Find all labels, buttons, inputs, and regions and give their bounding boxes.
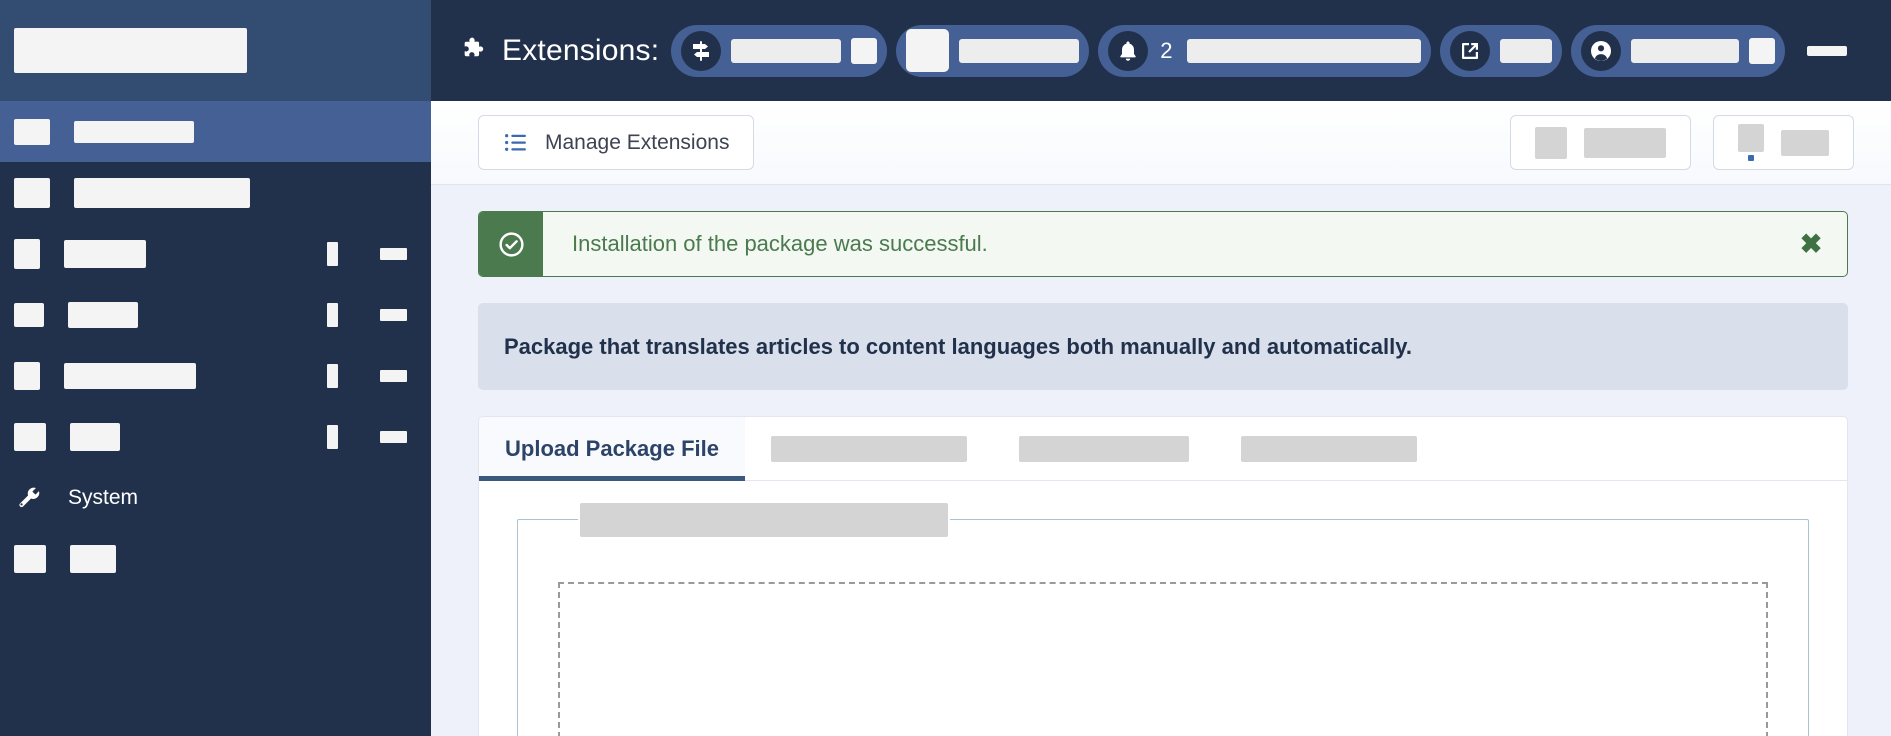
- tab-4[interactable]: [1215, 417, 1443, 480]
- topbar-pill-preview[interactable]: [1439, 24, 1562, 77]
- sidebar-item-label: [70, 544, 116, 573]
- panel-body: [479, 481, 1847, 736]
- user-circle-icon: [1580, 30, 1621, 71]
- sidebar-item-label: [68, 301, 138, 328]
- sidebar-item-label: [70, 422, 120, 451]
- app-root: System Extensions: 2 Manage Extensions I…: [0, 0, 1891, 736]
- pill-label-placeholder: [1186, 38, 1421, 63]
- manage-extensions-button[interactable]: Manage Extensions: [478, 115, 755, 170]
- pill-label-placeholder: [1630, 38, 1739, 63]
- sidebar-item-2[interactable]: [0, 162, 431, 223]
- signpost-icon: [681, 30, 722, 71]
- sidebar-item-3[interactable]: [0, 223, 431, 284]
- package-description: Package that translates articles to cont…: [478, 303, 1848, 390]
- topbar-pill-account[interactable]: [1570, 24, 1785, 77]
- placeholder-icon: [1535, 126, 1567, 159]
- toolbar-button-1[interactable]: [1510, 115, 1691, 170]
- panel-tabs: Upload Package File: [479, 417, 1847, 481]
- sidebar-menu: System: [0, 101, 431, 736]
- sidebar-item-badges: [327, 363, 407, 388]
- sidebar-brand[interactable]: [0, 0, 431, 101]
- bell-icon: [1108, 30, 1149, 71]
- sidebar-item-icon: [14, 544, 46, 573]
- file-dropzone[interactable]: [558, 582, 1768, 736]
- success-alert: Installation of the package was successf…: [478, 211, 1848, 277]
- alert-close-button[interactable]: ✖: [1775, 212, 1847, 276]
- sidebar-item-label: [74, 120, 194, 143]
- wrench-icon: [14, 485, 44, 511]
- tab-label-placeholder: [1018, 435, 1189, 462]
- topbar-pill-search[interactable]: [896, 24, 1090, 77]
- toolbar-button-2[interactable]: [1713, 115, 1854, 170]
- sidebar-item-label: [64, 239, 146, 268]
- upload-panel: Upload Package File: [478, 416, 1848, 736]
- toolbar-right-group: [1510, 115, 1854, 170]
- fieldset-legend: [578, 503, 950, 537]
- content-area: Installation of the package was successf…: [431, 185, 1891, 736]
- external-link-icon: [1449, 30, 1490, 71]
- sidebar-item-system-label: System: [68, 485, 139, 509]
- manage-extensions-label: Manage Extensions: [545, 130, 730, 154]
- placeholder-icon-dot: [1738, 124, 1764, 161]
- sidebar-item-label: [64, 362, 196, 389]
- topbar-pill-site[interactable]: [671, 24, 888, 77]
- sidebar-item-badges: [327, 302, 407, 327]
- pill-label-placeholder: [1499, 38, 1552, 63]
- sidebar-item-1[interactable]: [0, 101, 431, 162]
- sidebar-item-icon: [14, 361, 40, 390]
- toolbar: Manage Extensions: [431, 101, 1891, 185]
- pill-label-placeholder: [959, 38, 1080, 63]
- alert-message: Installation of the package was successf…: [572, 231, 988, 256]
- pill-trailing-placeholder: [851, 37, 878, 64]
- sidebar-item-5[interactable]: [0, 345, 431, 406]
- tab-3[interactable]: [993, 417, 1215, 480]
- fieldset-legend-placeholder: [580, 503, 948, 537]
- pill-trailing-placeholder: [1748, 37, 1775, 64]
- sidebar-item-system[interactable]: System: [0, 467, 431, 528]
- topbar-pill-notifications[interactable]: 2: [1098, 24, 1431, 77]
- main-region: Extensions: 2 Manage Extensions Installa…: [431, 0, 1891, 736]
- topbar: Extensions: 2: [431, 0, 1891, 101]
- topbar-trailing-placeholder: [1806, 45, 1847, 56]
- list-icon: [503, 130, 528, 155]
- pill-label-placeholder: [731, 38, 842, 63]
- sidebar-item-badges: [327, 424, 407, 449]
- tab-upload-package-file[interactable]: Upload Package File: [479, 417, 745, 481]
- notification-count: 2: [1160, 37, 1173, 63]
- check-circle-icon: [479, 212, 543, 276]
- sidebar: System: [0, 0, 431, 736]
- sidebar-item-label: [74, 177, 250, 208]
- sidebar-item-last[interactable]: [0, 528, 431, 589]
- sidebar-item-badges: [327, 241, 407, 266]
- sidebar-item-6[interactable]: [0, 406, 431, 467]
- puzzle-piece-icon: [458, 35, 490, 67]
- toolbar-button-1-label-placeholder: [1584, 127, 1666, 158]
- sidebar-item-icon: [14, 238, 40, 269]
- tab-label-placeholder: [770, 435, 967, 462]
- brand-logo-placeholder: [14, 28, 247, 73]
- page-title: Extensions:: [502, 33, 660, 67]
- topbar-pill-group: 2: [662, 24, 1785, 77]
- sidebar-item-4[interactable]: [0, 284, 431, 345]
- upload-fieldset: [517, 503, 1809, 736]
- pill-input-placeholder: [906, 29, 950, 72]
- tab-2[interactable]: [745, 417, 993, 480]
- tab-label-placeholder: [1240, 435, 1417, 462]
- sidebar-item-icon: [14, 118, 50, 145]
- toolbar-button-2-label-placeholder: [1781, 129, 1829, 156]
- sidebar-item-icon: [14, 422, 46, 451]
- sidebar-item-icon: [14, 177, 50, 208]
- sidebar-item-icon: [14, 302, 44, 327]
